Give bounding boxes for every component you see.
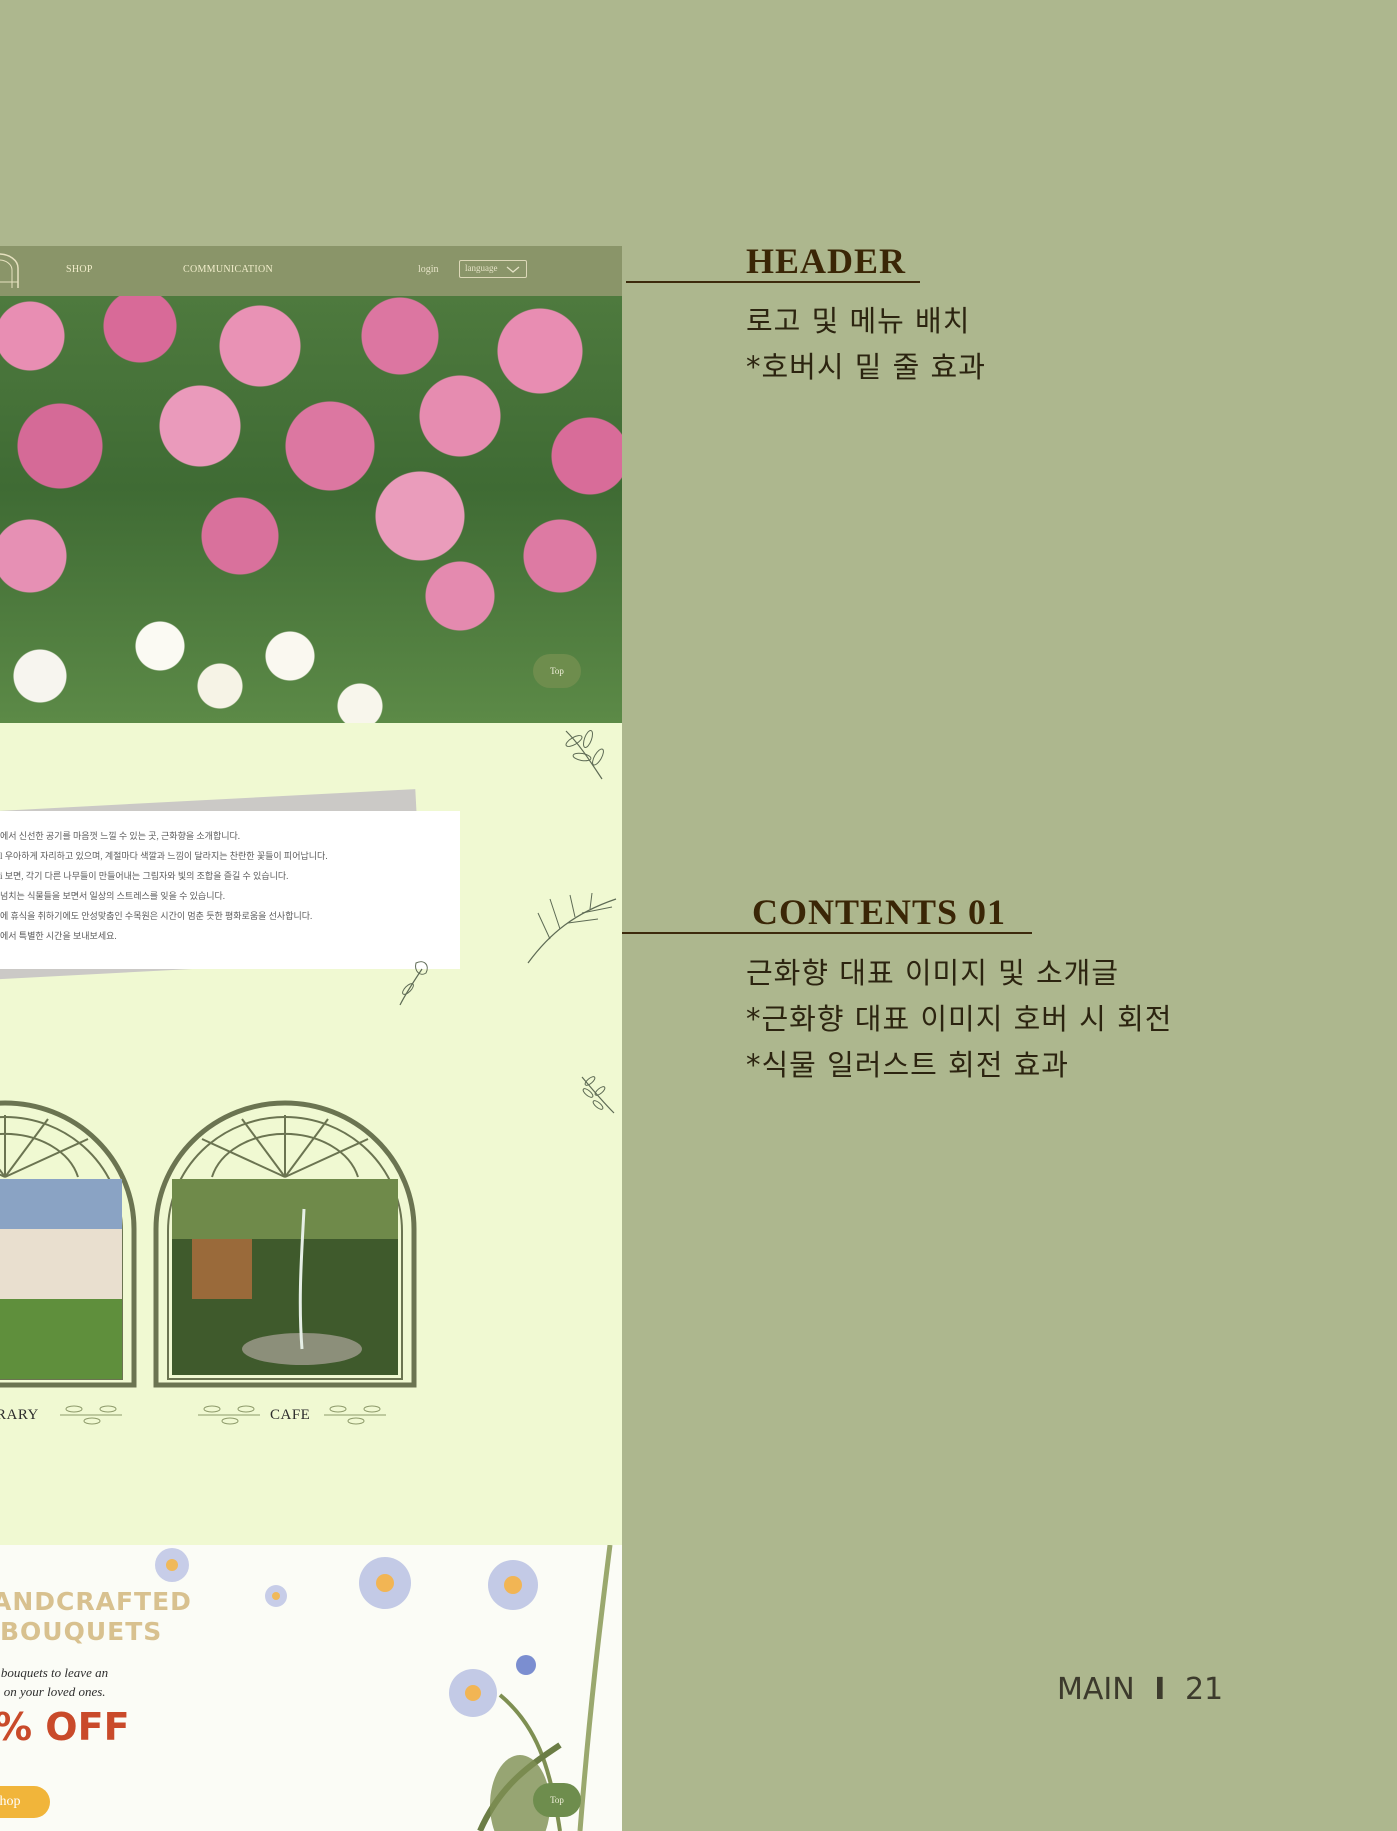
header-annotation-line: *호버시 밑 줄 효과 [746, 350, 986, 384]
daisy-icon [265, 1585, 287, 1607]
intro-line: 에서 특별한 시간을 보내보세요. [0, 931, 117, 941]
leaf-icon [60, 1405, 122, 1425]
intro-card: 에서 신선한 공기를 마음껏 느낄 수 있는 곳, 근화향을 소개합니다. l … [0, 811, 460, 969]
leaf-icon [527, 893, 617, 964]
leaf-icon [565, 729, 604, 780]
promo-section: ANDCRAFTED BOUQUETS l bouquets to leave … [0, 1545, 622, 1831]
promo-title-line1: ANDCRAFTED [0, 1587, 192, 1616]
top-button[interactable]: Top [533, 1783, 581, 1817]
contents01-annotation-line: 근화향 대표 이미지 및 소개글 [746, 956, 1120, 990]
daisy-icon [359, 1557, 411, 1609]
top-button[interactable]: Top [533, 654, 581, 688]
leaf-icon [324, 1405, 386, 1425]
contents01-annotation-title: CONTENTS 01 [752, 892, 1007, 932]
intro-line: 넘치는 식물들을 보면서 일상의 스트레스를 잊을 수 있습니다. [0, 891, 226, 901]
page-number: 21 [1184, 1672, 1224, 1707]
intro-section: 에서 신선한 공기를 마음껏 느낄 수 있는 곳, 근화향을 소개합니다. l … [0, 723, 622, 1545]
contents01-annotation-line: *근화향 대표 이미지 호버 시 회전 [746, 1002, 1173, 1036]
contents01-annotation-line: *식물 일러스트 회전 효과 [746, 1048, 1069, 1082]
shop-button[interactable]: hop [0, 1786, 50, 1818]
intro-line: 에서 신선한 공기를 마음껏 느낄 수 있는 곳, 근화향을 소개합니다. [0, 831, 241, 841]
logo-icon[interactable] [0, 252, 20, 290]
discount-label: % OFF [0, 1705, 130, 1749]
daisy-icon [155, 1548, 189, 1582]
intro-line: i 보면, 각기 다른 나무들이 만들어내는 그림자와 빛의 조합을 즐길 수 … [0, 871, 289, 881]
intro-line: 에 휴식을 취하기에도 안성맞춤인 수목원은 시간이 멈춘 듯한 평화로움을 선… [0, 911, 313, 921]
page-separator: I [1154, 1672, 1166, 1707]
header-annotation-line: 로고 및 메뉴 배치 [746, 304, 971, 338]
hero-image[interactable]: Top [0, 296, 622, 723]
arch-window-icon[interactable] [0, 1099, 138, 1389]
leaf-icon [399, 961, 428, 1006]
promo-copy-line2: n on your loved ones. [0, 1684, 106, 1699]
place-label-cafe: CAFE [270, 1407, 311, 1423]
website-preview: SHOP COMMUNICATION login language Top 에서… [0, 246, 622, 1831]
login-link[interactable]: login [418, 264, 439, 275]
intro-line: l 우아하게 자리하고 있으며, 계절마다 색깔과 느낌이 달라지는 찬란한 꽃… [0, 851, 328, 861]
language-select[interactable]: language [459, 260, 527, 278]
language-label: language [465, 263, 498, 273]
page-section: MAIN [1057, 1672, 1135, 1707]
grass-illustration [477, 1545, 613, 1831]
header-annotation-title: HEADER [746, 241, 907, 281]
nav-shop[interactable]: SHOP [66, 264, 93, 275]
place-label-library: RARY [0, 1407, 39, 1423]
leaf-icon [198, 1405, 260, 1425]
promo-copy-line1: l bouquets to leave an [0, 1665, 109, 1680]
leaf-icon [581, 1076, 615, 1114]
site-header: SHOP COMMUNICATION login language [0, 246, 622, 296]
arch-window-icon[interactable] [152, 1099, 418, 1389]
nav-communication[interactable]: COMMUNICATION [183, 264, 273, 275]
page-label: MAIN I 21 [1057, 1672, 1223, 1707]
promo-title-line2: BOUQUETS [0, 1617, 163, 1646]
chevron-down-icon [506, 266, 520, 273]
